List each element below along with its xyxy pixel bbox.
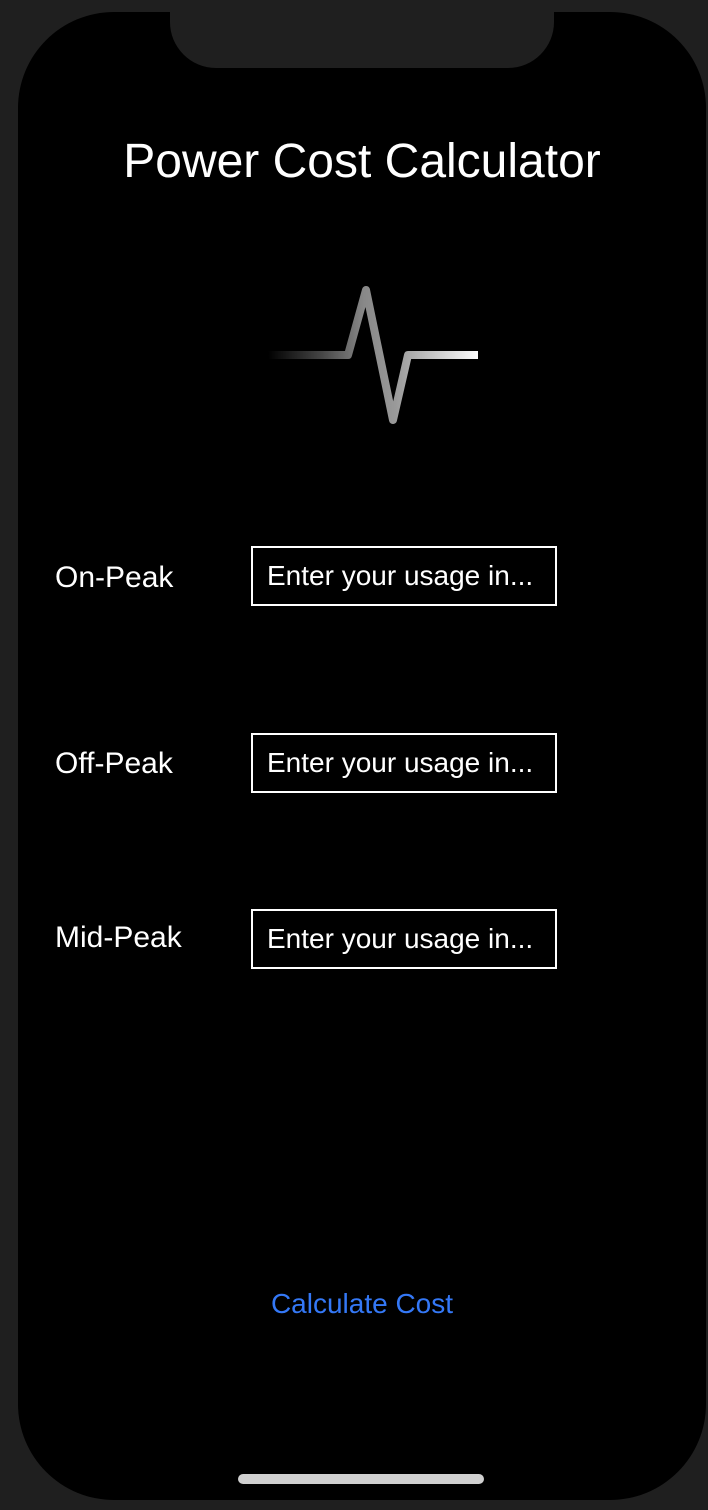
device-frame: Power Cost Calculator On-Peak Off-Peak M… xyxy=(0,0,708,1510)
off-peak-input[interactable] xyxy=(251,733,557,793)
app-screen: Power Cost Calculator On-Peak Off-Peak M… xyxy=(18,12,706,1500)
off-peak-label: Off-Peak xyxy=(55,747,173,780)
device-notch xyxy=(170,12,554,68)
mid-peak-input[interactable] xyxy=(251,909,557,969)
page-title: Power Cost Calculator xyxy=(123,135,601,188)
calculate-cost-button[interactable]: Calculate Cost xyxy=(18,1286,706,1322)
home-indicator[interactable] xyxy=(238,1474,484,1484)
mid-peak-label: Mid-Peak xyxy=(55,921,182,954)
on-peak-input[interactable] xyxy=(251,546,557,606)
on-peak-label: On-Peak xyxy=(55,561,174,594)
pulse-waveform-icon xyxy=(264,286,478,424)
